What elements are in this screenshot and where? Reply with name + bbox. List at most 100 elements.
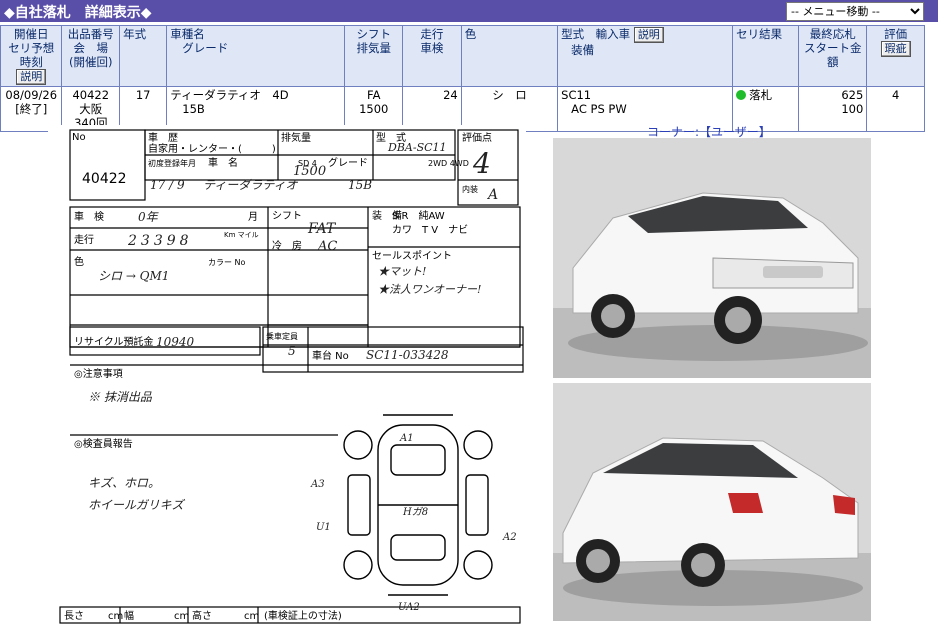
hw-shift: FAT [307, 221, 337, 237]
sheet-km-label: Km マイル [224, 231, 259, 239]
hw-color: シロ → QM1 [98, 269, 169, 283]
status-value: [終了] [15, 102, 48, 116]
detail-table: 開催日 セリ予想時刻 説明 出品番号 会 場 (開催回) 年式 車種名 グレード… [0, 25, 925, 132]
col-time-label: セリ予想時刻 [8, 41, 55, 69]
sheet-month-label: 月 [248, 211, 258, 223]
hw-notes: ※ 抹消出品 [88, 390, 153, 404]
date-value: 08/09/26 [5, 88, 58, 102]
start-price-value: 100 [841, 102, 864, 116]
col-lot: 出品番号 会 場 (開催回) [61, 25, 121, 87]
defect-button[interactable]: 瑕疵 [880, 41, 911, 57]
col-rating: 評価 瑕疵 [866, 25, 925, 87]
col-rating-label: 評価 [884, 27, 908, 41]
hw-recycle: 10940 [156, 335, 195, 349]
sheet-chassis-label: 車台 No [312, 349, 349, 362]
car-photo-front [553, 138, 871, 378]
sheet-wd-label: 2WD 4WD [428, 159, 469, 168]
car-photo-rear [553, 383, 871, 621]
col-year: 年式 [119, 25, 168, 87]
sheet-no-label: No [72, 132, 86, 143]
venue-value: 大阪 [79, 102, 103, 116]
sheet-grade-label: グレード [328, 156, 368, 169]
sheet-capacity-label: 乗車定員 [266, 331, 298, 341]
lot-value: 40422 [72, 88, 110, 102]
col-grade-label: グレード [182, 41, 229, 55]
col-result: セリ結果 [732, 25, 800, 87]
col-price: 最終応札 スタート金額 [798, 25, 868, 87]
sheet-inspector-label: ◎検査員報告 [74, 437, 133, 450]
col-displacement-label: 排気量 [356, 41, 391, 55]
sheet-lot-number: 40422 [82, 171, 127, 187]
col-mileage-label: 走行 [420, 27, 444, 41]
car-front-svg [553, 138, 871, 378]
col-equipment-label: 装備 [571, 43, 595, 57]
hw-carname: ティーダラティオ [203, 178, 299, 192]
page-title: ◆自社落札 詳細表示◆ [4, 5, 152, 21]
sheet-cm3-label: cm [244, 611, 259, 622]
col-color: 色 [460, 25, 559, 87]
grade-value: 15B [182, 102, 205, 116]
sheet-mileage-label: 走行 [74, 233, 94, 246]
cell-price: 625 100 [798, 86, 868, 132]
cell-rating: 4 [866, 86, 925, 132]
result-value: 落札 [749, 88, 773, 102]
col-round-label: (開催回) [69, 55, 113, 69]
hw-chassis: SC11-033428 [366, 348, 449, 362]
model-explain-button[interactable]: 説明 [633, 27, 664, 43]
hw-disp: 1500 [293, 164, 326, 179]
hw-report: キズ、ホロ。 [88, 476, 160, 490]
header-row: 開催日 セリ予想時刻 説明 出品番号 会 場 (開催回) 年式 車種名 グレード… [0, 25, 925, 87]
model-value: SC11 [561, 88, 592, 102]
sheet-dims-label: (車検証上の寸法) [264, 609, 342, 622]
explain-button[interactable]: 説明 [16, 69, 47, 85]
sheet-colorcode-label: カラー No [208, 258, 246, 267]
hw-type: DBA-SC11 [387, 141, 447, 154]
title-bar: ◆自社落札 詳細表示◆ -- メニュー移動 -- [0, 0, 938, 22]
sheet-firstreg-label: 初度登録年月 [148, 158, 196, 168]
sheet-usage-options: 自家用・レンター・( ) [148, 142, 276, 155]
sheet-shift-label: シフト [272, 211, 302, 222]
sheet-shaken-label: 車 検 [74, 210, 104, 223]
sheet-usage-label: 車 歴 [148, 131, 178, 144]
sheet-carname-label: 車 名 [208, 156, 238, 169]
hw-seats: 5 [288, 344, 296, 358]
sheet-cm1-label: cm [108, 611, 123, 622]
sheet-opts2-label: カワ T V ナビ [392, 224, 468, 236]
displacement-value: 1500 [359, 102, 389, 116]
sheet-color-label: 色 [74, 255, 84, 268]
hw-mark-ua2: UA2 [398, 602, 420, 613]
final-bid-value: 625 [841, 88, 864, 102]
shift-value: FA [367, 88, 381, 102]
hw-shaken: 0年 [138, 210, 160, 224]
col-date: 開催日 セリ予想時刻 説明 [0, 25, 63, 87]
hw-sales2: ★法人ワンオーナー! [378, 283, 481, 296]
col-inspection-label: 車検 [420, 41, 444, 55]
hw-sales1: ★マット! [378, 265, 426, 278]
col-mileage: 走行 車検 [402, 25, 462, 87]
col-car-label: 車種名 [170, 27, 205, 41]
hw-mark-a1: A1 [399, 433, 414, 444]
auction-sheet-image: No 40422 車 歴 自家用・レンター・( ) 排気量 型 式 評価点 内装… [48, 125, 526, 625]
sheet-disp-label: 排気量 [281, 131, 311, 144]
hw-mark-center: Hガ8 [402, 506, 428, 518]
car-rear-svg [553, 383, 871, 621]
menu-select[interactable]: -- メニュー移動 -- [786, 2, 924, 21]
result-dot-icon [736, 90, 747, 100]
sheet-interior-label: 内装 [462, 184, 478, 194]
col-model-label: 型式 輸入車 説明 [561, 27, 729, 43]
col-shift-label: シフト [356, 27, 391, 41]
col-shift: シフト 排気量 [344, 25, 404, 87]
hw-km: 23398 [127, 233, 193, 249]
hw-mark-u1: U1 [316, 522, 331, 533]
hw-grade: 15B [348, 178, 372, 192]
auction-sheet-svg: No 40422 車 歴 自家用・レンター・( ) 排気量 型 式 評価点 内装… [59, 129, 524, 624]
sheet-rating-label: 評価点 [462, 131, 492, 144]
col-venue-label: 会 場 [73, 41, 109, 55]
sheet-opts1-label: S R 純AW [392, 209, 455, 222]
sheet-length-label: 長さ [64, 610, 84, 622]
hw-mark-a3: A3 [310, 479, 325, 490]
sheet-cm2-label: cm [174, 611, 189, 622]
car-value: ティーダラティオ 4D [170, 88, 289, 102]
col-date-label: 開催日 [13, 27, 49, 41]
sheet-notes-label: ◎注意事項 [74, 367, 123, 380]
